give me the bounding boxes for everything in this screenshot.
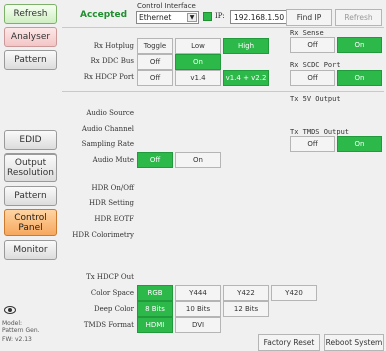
rx-sense-on-button[interactable]: On: [337, 37, 382, 53]
rx-scdc-port-label: Rx SCDC Port: [290, 61, 341, 69]
rx-ddc-bus-label: Rx DDC Bus: [90, 57, 135, 65]
rx-sense-label: Rx Sense: [290, 29, 324, 37]
color-space-y422-button[interactable]: Y422: [223, 285, 269, 301]
connection-status-indicator: [203, 12, 212, 21]
rx-hdcp-v14-v22-button[interactable]: v1.4 + v2.2: [223, 70, 269, 86]
eye-icon: [4, 304, 16, 316]
refresh-nav-button[interactable]: Refresh: [4, 4, 57, 24]
rx-hotplug-high-button[interactable]: High: [223, 38, 269, 54]
pattern-nav-label: Pattern: [14, 55, 47, 65]
rx-ddc-on-button[interactable]: On: [175, 54, 221, 70]
pattern-nav-button[interactable]: Pattern: [4, 50, 57, 70]
hdr-colorimetry-label: HDR Colorimetry: [72, 231, 134, 239]
tmds-format-hdmi-button[interactable]: HDMI: [137, 317, 173, 333]
refresh-nav-label: Refresh: [13, 9, 48, 19]
interface-select-value: Ethernet: [139, 13, 172, 22]
find-ip-button[interactable]: Find IP: [286, 9, 332, 26]
control-interface-label: Control Interface: [137, 2, 196, 10]
monitor-nav-button[interactable]: Monitor: [4, 240, 57, 260]
header-refresh-button[interactable]: Refresh: [335, 9, 382, 26]
tx-hdcp-out-label: Tx HDCP Out: [86, 273, 134, 281]
pattern-nav-button-2[interactable]: Pattern: [4, 186, 57, 206]
rx-hotplug-label: Rx Hotplug: [93, 42, 134, 50]
hdr-eotf-label: HDR EOTF: [94, 215, 134, 223]
audio-channel-label: Audio Channel: [81, 125, 134, 133]
rx-hdcp-port-label: Rx HDCP Port: [83, 73, 134, 81]
chevron-down-icon: ▼: [187, 13, 197, 22]
deep-color-10bit-button[interactable]: 10 Bits: [175, 301, 221, 317]
rx-hotplug-low-button[interactable]: Low: [175, 38, 221, 54]
tx-tmds-on-button[interactable]: On: [337, 136, 382, 152]
rx-divider: [62, 91, 384, 92]
audio-mute-label: Audio Mute: [92, 156, 134, 164]
header-divider: [62, 27, 384, 28]
model-label: Model:: [2, 320, 23, 327]
firmware-version: FW: v2.13: [2, 336, 32, 343]
color-space-label: Color Space: [90, 289, 134, 297]
hdr-onoff-label: HDR On/Off: [91, 184, 134, 192]
tmds-format-label: TMDS Format: [83, 321, 134, 329]
sampling-rate-label: Sampling Rate: [81, 140, 134, 148]
rx-scdc-off-button[interactable]: Off: [290, 70, 335, 86]
factory-reset-button[interactable]: Factory Reset: [258, 334, 320, 351]
analyser-nav-button[interactable]: Analyser: [4, 27, 57, 47]
tmds-format-dvi-button[interactable]: DVI: [175, 317, 221, 333]
reboot-system-button[interactable]: Reboot System: [324, 334, 384, 351]
tx-5v-output-label: Tx 5V Output: [290, 95, 341, 103]
audio-source-label: Audio Source: [86, 109, 134, 117]
pattern-nav-label-2: Pattern: [14, 191, 47, 201]
edid-nav-label: EDID: [19, 135, 42, 145]
color-space-y420-button[interactable]: Y420: [271, 285, 317, 301]
output-resolution-nav-label-2: Output Resolution: [6, 158, 55, 178]
rx-sense-off-button[interactable]: Off: [290, 37, 335, 53]
hdr-setting-label: HDR Setting: [88, 199, 134, 207]
analyser-nav-label: Analyser: [10, 32, 51, 42]
rx-ddc-off-button[interactable]: Off: [137, 54, 173, 70]
model-info: Model: Pattern Gen. FW: v2.13: [2, 320, 40, 343]
audio-mute-on-button[interactable]: On: [175, 152, 221, 168]
tx-tmds-output-label: Tx TMDS Output: [290, 128, 350, 136]
deep-color-label: Deep Color: [94, 305, 134, 313]
rx-scdc-on-button[interactable]: On: [337, 70, 382, 86]
monitor-nav-label: Monitor: [13, 245, 48, 255]
rx-hotplug-toggle-button[interactable]: Toggle: [137, 38, 173, 54]
deep-color-12bit-button[interactable]: 12 Bits: [223, 301, 269, 317]
color-space-y444-button[interactable]: Y444: [175, 285, 221, 301]
output-resolution-nav-button-cover[interactable]: Output Resolution: [4, 154, 57, 182]
edid-nav-button[interactable]: EDID: [4, 130, 57, 150]
deep-color-8bit-button[interactable]: 8 Bits: [137, 301, 173, 317]
ip-label: IP:: [215, 12, 225, 20]
model-value: Pattern Gen.: [2, 327, 40, 334]
status-accepted: Accepted: [80, 10, 128, 20]
rx-hdcp-off-button[interactable]: Off: [137, 70, 173, 86]
audio-mute-off-button[interactable]: Off: [137, 152, 173, 168]
control-panel-nav-label: Control Panel: [14, 212, 47, 233]
rx-hdcp-v14-button[interactable]: v1.4: [175, 70, 221, 86]
tx-tmds-off-button[interactable]: Off: [290, 136, 335, 152]
interface-select[interactable]: Ethernet ▼: [136, 11, 199, 24]
control-panel-nav-button[interactable]: Control Panel: [4, 209, 57, 236]
color-space-rgb-button[interactable]: RGB: [137, 285, 173, 301]
